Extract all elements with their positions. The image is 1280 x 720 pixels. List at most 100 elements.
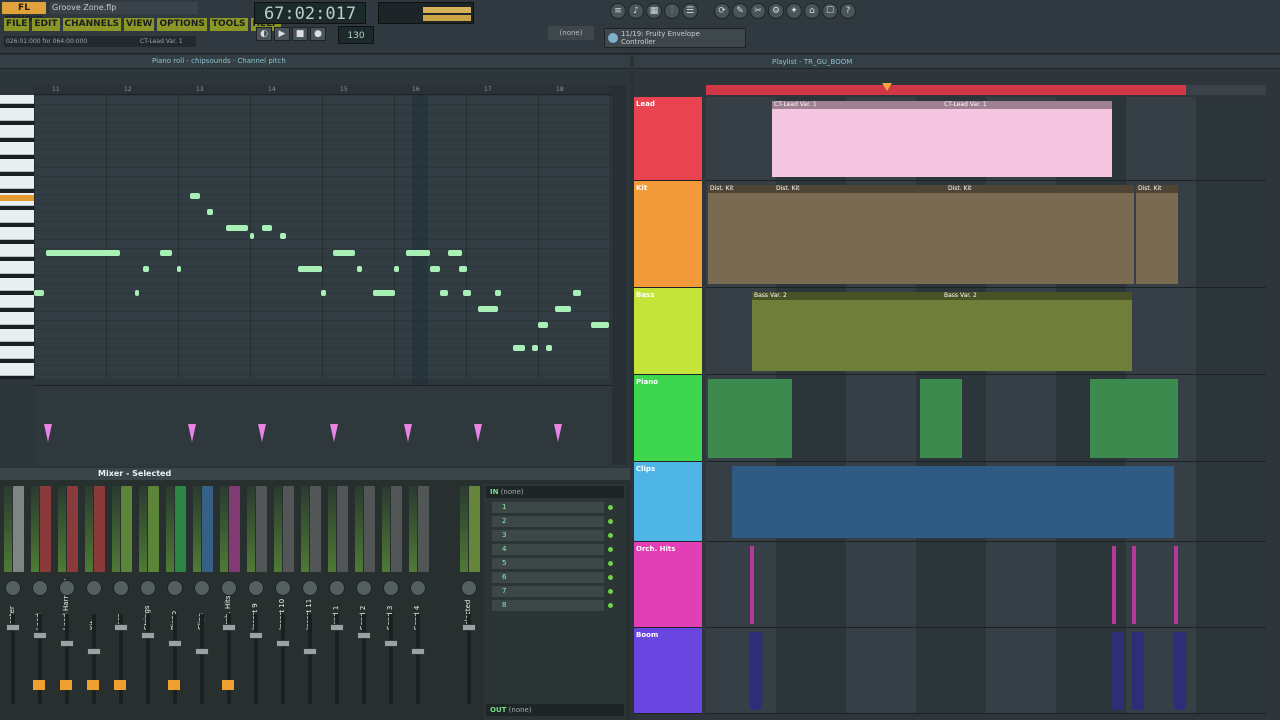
fx-slot[interactable]: 7 <box>492 586 604 597</box>
track-header[interactable]: Clips <box>634 462 702 542</box>
tool-icon-4[interactable]: ✦ <box>786 3 802 19</box>
volume-fader[interactable] <box>384 640 398 647</box>
pan-knob[interactable] <box>59 580 75 596</box>
mixer-strip[interactable]: Orch. Hits <box>218 484 242 704</box>
tool-icon-2[interactable]: ✂ <box>750 3 766 19</box>
note[interactable] <box>34 290 44 296</box>
mixer-strip[interactable]: Send 3 <box>380 484 404 704</box>
mixer-strip[interactable]: Strings <box>137 484 161 704</box>
slot-enable-led[interactable] <box>608 505 613 510</box>
menu-file[interactable]: FILE <box>4 18 30 31</box>
volume-fader[interactable] <box>411 648 425 655</box>
playlist-window-icon[interactable]: ≡ <box>610 3 626 19</box>
menu-edit[interactable]: EDIT <box>32 18 60 31</box>
pan-knob[interactable] <box>194 580 210 596</box>
playlist-clip[interactable]: Bass Var. 2 <box>942 292 1132 371</box>
menu-options[interactable]: OPTIONS <box>157 18 207 31</box>
note[interactable] <box>135 290 139 296</box>
tool-icon-5[interactable]: ⌂ <box>804 3 820 19</box>
volume-fader[interactable] <box>357 632 371 639</box>
playlist-clip[interactable]: Dist. Kit <box>774 185 946 284</box>
mixer-strip[interactable]: Master <box>2 484 26 704</box>
pan-knob[interactable] <box>5 580 21 596</box>
piano-keyboard[interactable] <box>0 95 34 379</box>
playlist-clip[interactable]: Dist. Kit <box>708 185 774 284</box>
mixer-strip[interactable]: Selected <box>458 484 482 704</box>
track-lane[interactable] <box>706 375 1266 462</box>
tool-icon-3[interactable]: ⚙ <box>768 3 784 19</box>
fx-slot[interactable]: 6 <box>492 572 604 583</box>
menu-tools[interactable]: TOOLS <box>209 18 248 31</box>
note[interactable] <box>546 345 552 351</box>
playlist-clip[interactable] <box>920 379 962 458</box>
pan-knob[interactable] <box>113 580 129 596</box>
track-lane[interactable]: Dist. Kit Dist. Kit Dist. Kit Dist. Kit <box>706 181 1266 288</box>
volume-fader[interactable] <box>6 624 20 631</box>
volume-fader[interactable] <box>195 648 209 655</box>
menu-channels[interactable]: CHANNELS <box>62 18 122 31</box>
pan-knob[interactable] <box>248 580 264 596</box>
playlist-clip[interactable] <box>1132 632 1144 710</box>
slot-enable-led[interactable] <box>608 561 613 566</box>
plugin-picker[interactable]: 11/19: Fruity Envelope Controller <box>604 28 746 48</box>
playlist-clip[interactable]: Bass Var. 2 <box>752 292 942 371</box>
mixer-strip[interactable]: Insert 11 <box>299 484 323 704</box>
note[interactable] <box>160 250 172 256</box>
fx-slot[interactable]: 4 <box>492 544 604 555</box>
play-button[interactable]: ▶ <box>274 27 290 41</box>
playlist-clip[interactable] <box>750 632 762 710</box>
track-header[interactable]: Piano <box>634 375 702 462</box>
note[interactable] <box>321 290 326 296</box>
track-header[interactable]: Lead <box>634 97 702 181</box>
playlist-clip[interactable] <box>1174 546 1178 624</box>
volume-fader[interactable] <box>33 632 47 639</box>
pan-knob[interactable] <box>461 580 477 596</box>
volume-fader[interactable] <box>330 624 344 631</box>
snap-select[interactable]: (none) <box>548 26 594 40</box>
note[interactable] <box>190 193 200 199</box>
pan-knob[interactable] <box>167 580 183 596</box>
slot-enable-led[interactable] <box>608 603 613 608</box>
playlist-clip[interactable]: Dist. Kit <box>1136 185 1178 284</box>
slot-enable-led[interactable] <box>608 547 613 552</box>
mixer-strip[interactable]: Piano <box>164 484 188 704</box>
playlist-clip[interactable] <box>1174 632 1186 710</box>
pan-knob[interactable] <box>140 580 156 596</box>
playlist-clip[interactable] <box>732 466 1174 538</box>
playlist-clip[interactable] <box>1112 632 1124 710</box>
track-lane[interactable] <box>706 628 1266 714</box>
volume-fader[interactable] <box>114 624 128 631</box>
mixer-strip[interactable]: Bass <box>110 484 134 704</box>
playlist-clip[interactable] <box>750 546 754 624</box>
pan-knob[interactable] <box>383 580 399 596</box>
note[interactable] <box>143 266 149 272</box>
slot-enable-led[interactable] <box>608 519 613 524</box>
pan-knob[interactable] <box>329 580 345 596</box>
track-header[interactable]: Kit <box>634 181 702 288</box>
note[interactable] <box>333 250 355 256</box>
playlist-clip[interactable] <box>708 379 792 458</box>
volume-fader[interactable] <box>141 632 155 639</box>
playlist-clip[interactable]: CT-Lead Var. 1 <box>772 101 942 177</box>
volume-fader[interactable] <box>60 640 74 647</box>
fx-slot[interactable]: 5 <box>492 558 604 569</box>
note[interactable] <box>226 225 248 231</box>
stop-button[interactable]: ■ <box>292 27 308 41</box>
note[interactable] <box>495 290 501 296</box>
note[interactable] <box>207 209 213 215</box>
note[interactable] <box>46 250 120 256</box>
mixer-strip[interactable]: Lead Harmony <box>56 484 80 704</box>
piano-roll-ruler[interactable]: 11 12 13 14 15 16 17 18 <box>34 85 612 95</box>
volume-fader[interactable] <box>303 648 317 655</box>
mixer-strip[interactable]: Lead <box>29 484 53 704</box>
browser-window-icon[interactable]: ☰ <box>682 3 698 19</box>
pattern-song-toggle[interactable]: ◐ <box>256 27 272 41</box>
volume-fader[interactable] <box>276 640 290 647</box>
pan-knob[interactable] <box>86 580 102 596</box>
note[interactable] <box>532 345 538 351</box>
note[interactable] <box>298 266 322 272</box>
piano-roll-window-icon[interactable]: ♪ <box>628 3 644 19</box>
track-header[interactable]: Boom <box>634 628 702 714</box>
pan-knob[interactable] <box>221 580 237 596</box>
pan-knob[interactable] <box>302 580 318 596</box>
